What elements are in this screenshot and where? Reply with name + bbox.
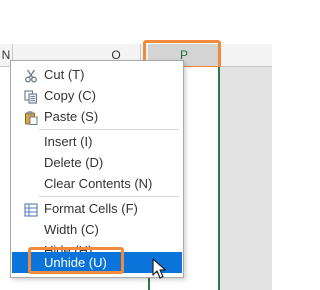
menu-item-label: Copy (C) [44, 88, 97, 103]
unhide-highlight-box [28, 247, 124, 274]
menu-item-insert[interactable]: Insert (I) [11, 131, 183, 152]
menu-item-clear-contents[interactable]: Clear Contents (N) [11, 173, 183, 194]
scissors-icon [24, 68, 38, 83]
menu-item-label: Clear Contents (N) [44, 176, 153, 191]
menu-item-label: Width (C) [44, 222, 99, 237]
menu-item-label: Insert (I) [44, 134, 93, 149]
menu-item-cut[interactable]: Cut (T) [11, 64, 183, 85]
clipboard-icon [24, 110, 38, 125]
menu-item-delete[interactable]: Delete (D) [11, 152, 183, 173]
menu-item-label: Cut (T) [44, 67, 85, 82]
context-menu: Cut (T) Copy (C) Paste (S) Insert (I) De… [10, 60, 184, 278]
menu-item-label: Paste (S) [44, 109, 99, 124]
menu-item-label: Format Cells (F) [44, 201, 138, 216]
menu-item-format-cells[interactable]: Format Cells (F) [11, 198, 183, 219]
hidden-columns-area [220, 67, 272, 290]
mouse-pointer-icon [152, 258, 168, 280]
menu-separator [39, 129, 179, 130]
menu-item-width[interactable]: Width (C) [11, 219, 183, 240]
column-selection-border-right [218, 67, 220, 290]
menu-separator [39, 196, 179, 197]
format-cells-icon [24, 202, 38, 217]
menu-item-paste[interactable]: Paste (S) [11, 106, 183, 127]
copy-icon [24, 89, 38, 104]
menu-item-label: Delete (D) [44, 155, 104, 170]
sheet-edge [272, 44, 275, 290]
menu-item-copy[interactable]: Copy (C) [11, 85, 183, 106]
